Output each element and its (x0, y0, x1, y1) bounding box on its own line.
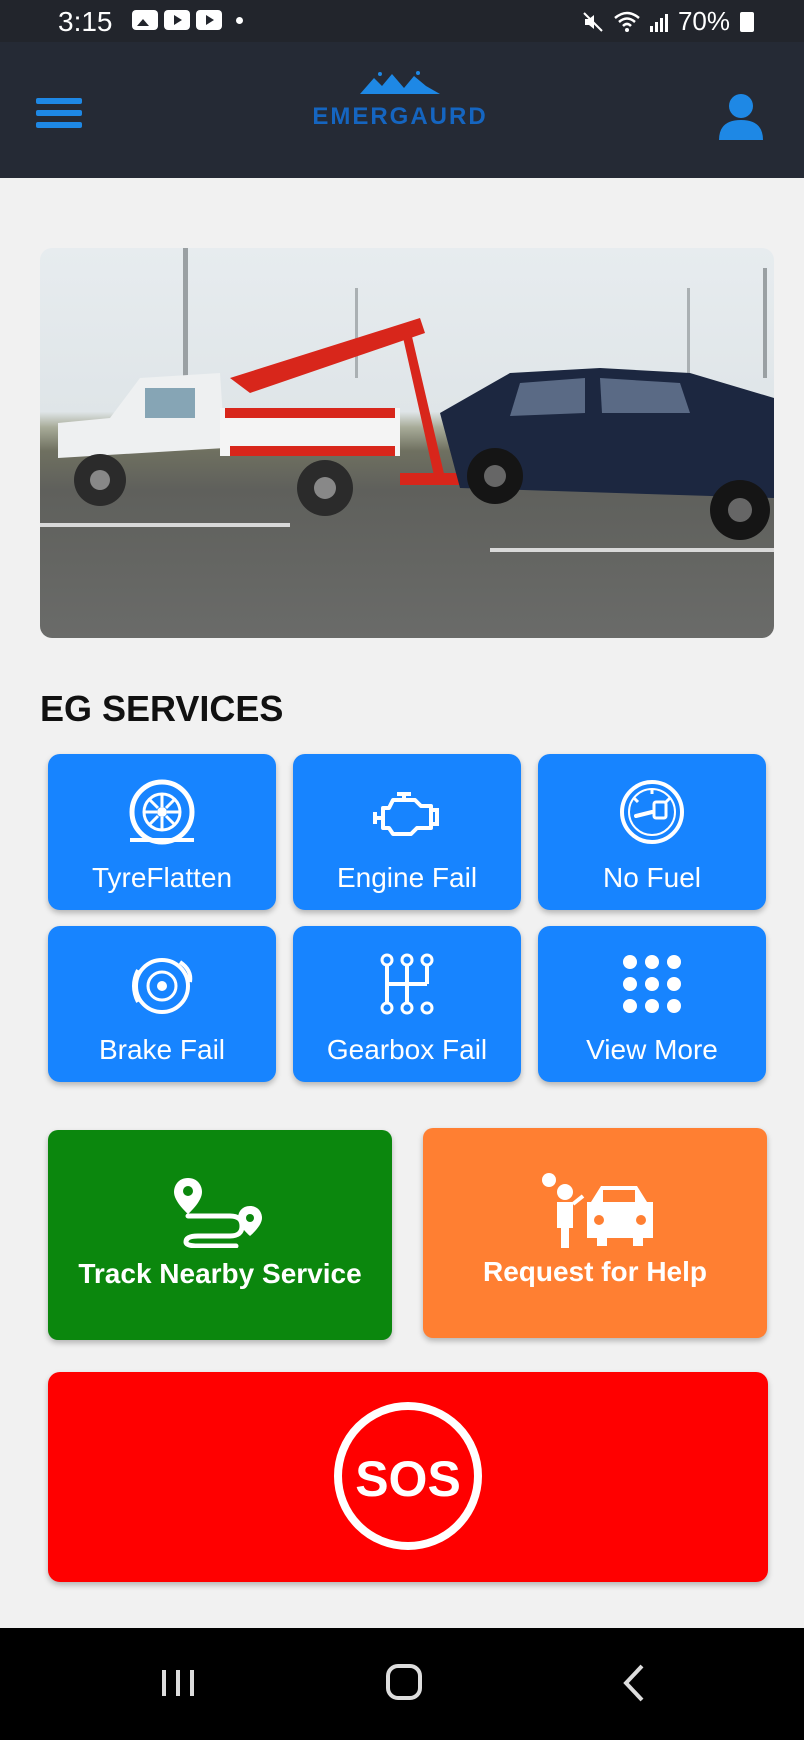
wifi-icon (614, 11, 640, 32)
mute-icon (583, 11, 603, 32)
brake-icon (132, 958, 193, 1014)
track-nearby-service-button[interactable]: Track Nearby Service (48, 1130, 392, 1340)
person-car-help-icon (542, 1173, 653, 1248)
signal-icon (649, 12, 668, 32)
fuel-gauge-icon (620, 780, 684, 844)
gallery-icon (132, 10, 158, 30)
home-icon[interactable] (374, 1658, 434, 1708)
youtube-icon (196, 10, 222, 30)
gearbox-icon (380, 953, 434, 1015)
more-notifications-dot (236, 17, 243, 24)
notification-icons (132, 10, 243, 30)
section-title: EG SERVICES (40, 688, 284, 729)
app-logo: EMERGAURD (300, 70, 500, 160)
battery-icon (740, 11, 754, 32)
hero-image-tow-truck (40, 248, 774, 638)
sos-label: SOS (355, 1451, 461, 1507)
service-label: View More (586, 1034, 718, 1065)
logo-tagline (300, 133, 500, 143)
engine-icon (373, 792, 439, 836)
track-nearby-label: Track Nearby Service (78, 1258, 362, 1289)
status-time: 3:15 (58, 6, 113, 37)
battery-percent: 70% (677, 6, 730, 36)
service-no-fuel-button[interactable]: No Fuel (538, 754, 766, 910)
logo-mountain-icon (360, 71, 440, 94)
request-help-label: Request for Help (482, 1256, 708, 1287)
user-profile-icon[interactable] (718, 92, 764, 140)
system-nav-bar (0, 1628, 804, 1740)
youtube-icon (164, 10, 190, 30)
service-label: No Fuel (602, 862, 702, 893)
app-screen: 3:15 70% EMERGAURD EG SERVICES TyreFlatt… (0, 0, 804, 1740)
service-tyre-flatten-button[interactable]: TyreFlatten (48, 754, 276, 910)
service-view-more-button[interactable]: View More (538, 926, 766, 1082)
system-icons: 70% (582, 6, 754, 37)
tyre-icon (129, 779, 195, 845)
hamburger-menu-icon[interactable] (36, 98, 82, 134)
tow-truck-illustration (40, 248, 774, 552)
logo-name: EMERGAURD (312, 103, 488, 130)
service-engine-fail-button[interactable]: Engine Fail (293, 754, 521, 910)
service-brake-fail-button[interactable]: Brake Fail (48, 926, 276, 1082)
back-icon[interactable] (606, 1658, 666, 1708)
app-bar: EMERGAURD (0, 42, 804, 178)
request-for-help-button[interactable]: Request for Help (423, 1128, 767, 1338)
service-gearbox-fail-button[interactable]: Gearbox Fail (293, 926, 521, 1082)
route-pin-icon (174, 1178, 262, 1248)
recents-icon[interactable] (148, 1658, 208, 1708)
sos-ring: SOS (334, 1402, 482, 1550)
service-label: TyreFlatten (91, 862, 233, 893)
service-label: Gearbox Fail (326, 1034, 488, 1065)
service-label: Brake Fail (98, 1034, 226, 1065)
sos-button[interactable]: SOS (48, 1372, 768, 1582)
grid-dots-icon (623, 955, 681, 1013)
service-label: Engine Fail (336, 862, 478, 893)
status-bar: 3:15 70% (0, 0, 804, 42)
